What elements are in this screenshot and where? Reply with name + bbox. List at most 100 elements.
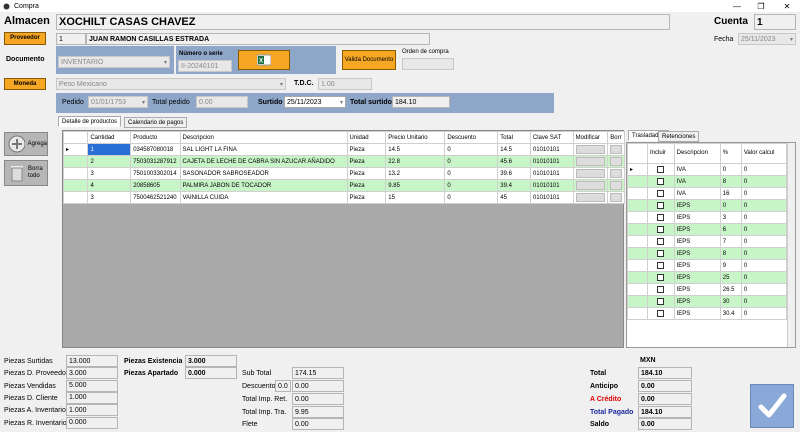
piezas-r-inventario-field[interactable]: 0.000	[66, 416, 118, 429]
sub-total-field[interactable]: 174.15	[292, 367, 344, 379]
tax-cell-desc[interactable]: IEPS	[673, 211, 721, 224]
tax-cell-pct[interactable]: 9	[719, 259, 742, 272]
minimize-button[interactable]: —	[726, 0, 748, 12]
tax-row-selector[interactable]: ▸	[627, 163, 648, 176]
pedido-date-field[interactable]: 01/01/1753 ▾	[88, 96, 148, 108]
tax-row[interactable]: IEPS 8 0	[627, 247, 788, 260]
cell-clave[interactable]: 01010101	[529, 143, 574, 156]
tax-cell-desc[interactable]: IEPS	[673, 235, 721, 248]
proveedor-id-field[interactable]: 1	[56, 33, 86, 45]
cell-cantidad[interactable]: 4	[87, 179, 132, 192]
tax-row[interactable]: IEPS 7 0	[627, 235, 788, 248]
calendar-icon[interactable]: ▾	[142, 99, 145, 106]
row-selector[interactable]	[62, 191, 89, 204]
descuento-pct-field[interactable]: 0.0	[275, 380, 291, 392]
cell-precio[interactable]: 22.8	[385, 155, 446, 168]
tax-row-selector[interactable]	[627, 187, 648, 200]
column-header[interactable]: Cantidad	[87, 131, 132, 144]
tab-retenciones[interactable]: Retenciones	[658, 131, 700, 142]
cell-total[interactable]: 45.6	[497, 155, 531, 168]
incluir-checkbox[interactable]	[647, 247, 675, 260]
piezas-existencia-field[interactable]: 3.000	[185, 355, 237, 367]
cell-precio[interactable]: 15	[385, 191, 446, 204]
tax-cell-valor[interactable]: 0	[740, 223, 788, 236]
tax-cell-pct[interactable]: 0	[719, 163, 742, 176]
surtido-date-field[interactable]: 25/11/2023 ▾	[284, 96, 346, 108]
row-selector[interactable]	[62, 179, 89, 192]
proveedor-button[interactable]: Proveedor	[4, 32, 46, 45]
anticipo-field[interactable]: 0.00	[638, 380, 692, 392]
tax-cell-desc[interactable]: IVA	[673, 187, 721, 200]
piezas-vendidas-field[interactable]: 5.000	[66, 379, 118, 392]
cell-producto[interactable]: 20858605	[130, 179, 181, 192]
column-header[interactable]: Precio Unitario	[385, 131, 446, 144]
tax-row[interactable]: IVA 8 0	[627, 175, 788, 188]
tax-cell-pct[interactable]: 30	[719, 295, 742, 308]
modificar-button[interactable]	[572, 191, 609, 204]
tax-cell-desc[interactable]: IEPS	[673, 295, 721, 308]
row-selector[interactable]: ▸	[62, 143, 89, 156]
cell-producto[interactable]: 7501003302014	[130, 167, 181, 180]
tax-row-selector[interactable]	[627, 295, 648, 308]
total-imp-ret-field[interactable]: 0.00	[292, 393, 344, 405]
cell-unidad[interactable]: Pieza	[346, 179, 387, 192]
tax-row[interactable]: ▸ IVA 0 0	[627, 163, 788, 176]
cell-descuento[interactable]: 0	[444, 179, 499, 192]
column-header[interactable]: Descuento	[444, 131, 499, 144]
tax-cell-pct[interactable]: 8	[719, 247, 742, 260]
borrar-button[interactable]	[607, 179, 625, 192]
piezas-d-proveedor-field[interactable]: 3.000	[66, 367, 118, 380]
tax-row[interactable]: IVA 16 0	[627, 187, 788, 200]
excel-button[interactable]: X	[238, 50, 290, 70]
tax-cell-desc[interactable]: IEPS	[673, 307, 721, 320]
incluir-checkbox[interactable]	[647, 163, 675, 176]
piezas-d-cliente-field[interactable]: 1.000	[66, 391, 118, 404]
cell-unidad[interactable]: Pieza	[346, 155, 387, 168]
piezas-surtidas-field[interactable]: 13.000	[66, 355, 118, 367]
tax-row-selector[interactable]	[627, 271, 648, 284]
borrar-button[interactable]	[607, 155, 625, 168]
valida-documento-button[interactable]: Valida Documento	[342, 50, 396, 70]
tax-column-header[interactable]: %	[719, 143, 742, 164]
tax-row[interactable]: IEPS 30.4 0	[627, 307, 788, 320]
serie-field[interactable]: II-20240101	[178, 60, 232, 72]
piezas-a-inventario-field[interactable]: 1.000	[66, 404, 118, 417]
tax-cell-desc[interactable]: IEPS	[673, 199, 721, 212]
row-selector[interactable]	[62, 167, 89, 180]
tax-row-selector[interactable]	[627, 199, 648, 212]
table-row[interactable]: 3 7500462521240 VAINILLA CUIDA Pieza 15 0 45 01…	[62, 191, 625, 204]
column-header[interactable]: Producto	[130, 131, 181, 144]
borrar-button[interactable]	[607, 191, 625, 204]
cell-descripcion[interactable]: PALMIRA JABON DE TOCADOR	[179, 179, 348, 192]
tab-detalle-productos[interactable]: Detalle de productos	[58, 116, 122, 127]
tax-cell-valor[interactable]: 0	[740, 271, 788, 284]
cuenta-field[interactable]: 1	[754, 14, 796, 30]
row-selector[interactable]	[62, 155, 89, 168]
tax-row[interactable]: IEPS 6 0	[627, 223, 788, 236]
tax-cell-pct[interactable]: 8	[719, 175, 742, 188]
cell-total[interactable]: 14.5	[497, 143, 531, 156]
tax-cell-valor[interactable]: 0	[740, 283, 788, 296]
incluir-checkbox[interactable]	[647, 175, 675, 188]
tax-cell-pct[interactable]: 25	[719, 271, 742, 284]
cell-cantidad[interactable]: 2	[87, 155, 132, 168]
tax-row-selector[interactable]	[627, 235, 648, 248]
calendar-icon[interactable]: ▾	[340, 99, 343, 106]
table-row[interactable]: 2 7503031287912 CAJETA DE LECHE DE CABRA S…	[62, 155, 625, 168]
column-header[interactable]: Modificar	[572, 131, 609, 144]
column-header[interactable]: Total	[497, 131, 531, 144]
incluir-checkbox[interactable]	[647, 295, 675, 308]
tax-cell-valor[interactable]: 0	[740, 295, 788, 308]
cell-descuento[interactable]: 0	[444, 167, 499, 180]
cell-descripcion[interactable]: VAINILLA CUIDA	[179, 191, 348, 204]
tax-cell-valor[interactable]: 0	[740, 199, 788, 212]
cell-cantidad[interactable]: 1	[87, 143, 132, 156]
piezas-apartado-field[interactable]: 0.000	[185, 367, 237, 379]
cell-clave[interactable]: 01010101	[529, 167, 574, 180]
documento-select[interactable]: INVENTARIO ▾	[58, 56, 170, 68]
tax-cell-desc[interactable]: IVA	[673, 175, 721, 188]
total-pedido-field[interactable]: 0.00	[196, 96, 248, 108]
table-row[interactable]: 4 20858605 PALMIRA JABON DE TOCADOR Pieza 9.…	[62, 179, 625, 192]
tax-column-header[interactable]: Valor calcul	[740, 143, 788, 164]
proveedor-name-field[interactable]: JUAN RAMON CASILLAS ESTRADA	[86, 33, 430, 45]
